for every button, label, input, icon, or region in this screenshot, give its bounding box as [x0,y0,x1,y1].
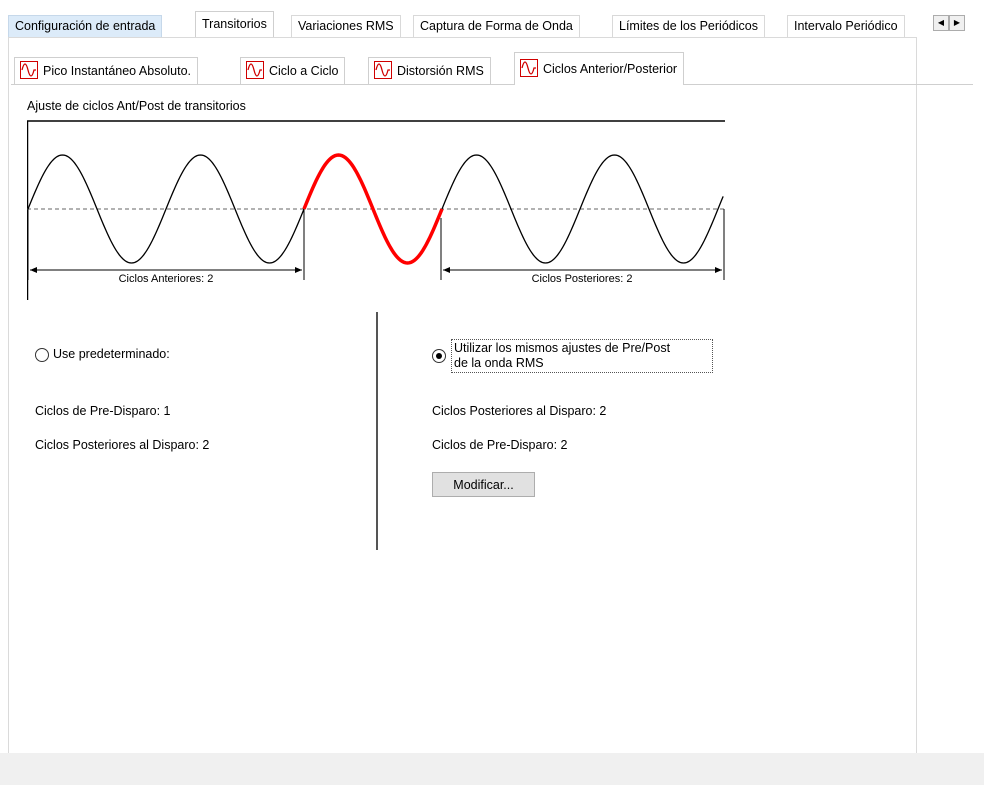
arrow-right-icon: ▶ [953,18,961,27]
options-divider [376,312,378,550]
subtab-distorsion-rms[interactable]: Distorsión RMS [368,57,491,84]
waveform-icon [246,61,264,80]
use-default-radio[interactable] [35,348,49,362]
pre-cycles-label: Ciclos Anteriores: 2 [119,273,214,285]
rms-pre-trigger-text: Ciclos de Pre-Disparo: 2 [432,438,568,452]
subtab-label: Ciclos Anterior/Posterior [543,62,678,76]
arrow-left-head [443,267,450,273]
rms-label-line2: de la onda RMS [454,356,544,370]
modify-button[interactable]: Modificar... [432,472,535,497]
use-rms-settings-radio[interactable] [432,349,446,363]
arrow-left-icon: ◀ [937,18,945,27]
tab-scroll-right-button[interactable]: ▶ [949,15,965,31]
subtab-ciclo-a-ciclo[interactable]: Ciclo a Ciclo [240,57,346,84]
use-default-label[interactable]: Use predeterminado: [53,347,170,361]
waveform-icon [374,61,392,80]
tab-scroll-left-button[interactable]: ◀ [933,15,949,31]
footer-bar [0,753,984,785]
subtab-label: Pico Instantáneo Absoluto. [43,64,192,78]
section-title: Ajuste de ciclos Ant/Post de transitorio… [27,99,246,113]
tab-transitorios[interactable]: Transitorios [195,11,274,37]
default-pre-trigger-text: Ciclos de Pre-Disparo: 1 [35,404,171,418]
arrow-right-head [715,267,722,273]
tab-limites-periodicos[interactable]: Límites de los Periódicos [612,15,765,37]
use-rms-settings-label[interactable]: Utilizar los mismos ajustes de Pre/Post … [451,339,713,373]
post-cycles-label: Ciclos Posteriores: 2 [532,273,633,285]
tab-captura-forma-onda[interactable]: Captura de Forma de Onda [413,15,580,37]
subtab-ciclos-anterior-posterior[interactable]: Ciclos Anterior/Posterior [514,52,685,85]
arrow-left-head [30,267,37,273]
main-tab-strip: Configuración de entrada Transitorios Va… [8,11,933,37]
tab-variaciones-rms[interactable]: Variaciones RMS [291,15,401,37]
default-post-trigger-text: Ciclos Posteriores al Disparo: 2 [35,438,210,452]
waveform-icon [520,59,538,78]
rms-post-trigger-text: Ciclos Posteriores al Disparo: 2 [432,404,607,418]
arrow-right-head [295,267,302,273]
rms-label-line1: Utilizar los mismos ajustes de Pre/Post [454,341,671,355]
subtab-label: Ciclo a Ciclo [269,64,339,78]
pre-post-cycles-chart: Ciclos Anteriores: 2 Ciclos Posteriores:… [27,120,725,300]
waveform-icon [20,61,38,80]
tab-intervalo-periodico[interactable]: Intervalo Periódico [787,15,905,37]
subtab-label: Distorsión RMS [397,64,484,78]
tab-configuracion-entrada[interactable]: Configuración de entrada [8,15,163,37]
subtab-pico-instantaneo[interactable]: Pico Instantáneo Absoluto. [14,57,199,84]
